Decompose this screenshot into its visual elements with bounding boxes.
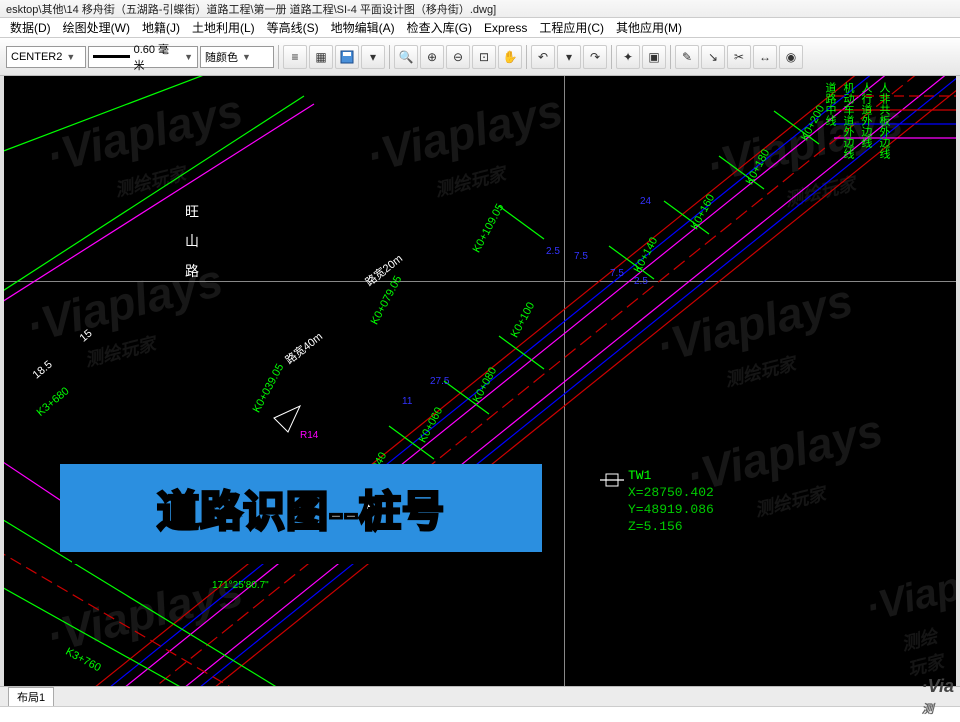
dim-label: 27.5 <box>430 376 449 387</box>
break-icon[interactable]: ✂ <box>727 45 751 69</box>
linetype-combo[interactable]: CENTER2▼ <box>6 46 86 68</box>
caption-text: 道路识图--桩号 <box>157 478 445 539</box>
menu-draw[interactable]: 绘图处理(W) <box>59 17 134 38</box>
redo-icon[interactable]: ↷ <box>583 45 607 69</box>
grid-icon[interactable]: ▦ <box>309 45 333 69</box>
menu-engineering[interactable]: 工程应用(C) <box>535 17 608 38</box>
dim-label: 2.5 <box>634 276 648 287</box>
layout-tab[interactable]: 布局1 <box>8 687 54 706</box>
point-readout: TW1 X=28750.402 Y=48919.086 Z=5.156 <box>628 468 714 536</box>
lineweight-value: 0.60 毫米 <box>134 41 177 73</box>
dim-label: 24 <box>640 196 651 207</box>
menu-landuse[interactable]: 土地利用(L) <box>188 17 259 38</box>
window-titlebar: esktop\其他\14 移舟街（五湖路-引蝶街）道路工程\第一册 道路工程\S… <box>0 0 960 18</box>
lineweight-sample <box>93 55 130 58</box>
zoom-out-icon[interactable]: ⊖ <box>446 45 470 69</box>
linetype-value: CENTER2 <box>11 51 62 63</box>
query-icon[interactable]: ◉ <box>779 45 803 69</box>
menu-data[interactable]: 数据(D) <box>6 17 55 38</box>
point-x: X=28750.402 <box>628 485 714 502</box>
tool2-icon[interactable]: ▣ <box>642 45 666 69</box>
dropdown-icon[interactable]: ▾ <box>361 45 385 69</box>
zoom-window-icon[interactable]: 🔍 <box>394 45 418 69</box>
menu-express[interactable]: Express <box>480 19 531 37</box>
angle-note: 171°25'80.7" <box>212 580 269 591</box>
legend-item: 机动车道外边线 <box>840 82 856 159</box>
menu-other[interactable]: 其他应用(M) <box>612 17 686 38</box>
point-name: TW1 <box>628 468 714 485</box>
road-name: 旺 山 路 <box>182 204 202 284</box>
point-icon[interactable]: ✎ <box>675 45 699 69</box>
menubar: 数据(D) 绘图处理(W) 地籍(J) 土地利用(L) 等高线(S) 地物编辑(… <box>0 18 960 38</box>
dim-label: 7.5 <box>574 251 588 262</box>
dim-label: 7.5 <box>610 268 624 279</box>
menu-contour[interactable]: 等高线(S) <box>263 17 323 38</box>
list-icon[interactable]: ≡ <box>283 45 307 69</box>
undo-icon[interactable]: ↶ <box>531 45 555 69</box>
legend-item: 道路中线 <box>822 82 838 126</box>
dim-label: 2.5 <box>546 246 560 257</box>
layout-tabs: 布局1 <box>0 686 960 706</box>
zoom-in-icon[interactable]: ⊕ <box>420 45 444 69</box>
lineweight-combo[interactable]: 0.60 毫米▼ <box>88 46 198 68</box>
pan-icon[interactable]: ✋ <box>498 45 522 69</box>
menu-check[interactable]: 检查入库(G) <box>403 17 476 38</box>
menu-cadastre[interactable]: 地籍(J) <box>138 17 184 38</box>
brand-footer: ·Via 测 <box>922 676 954 718</box>
toolbar: CENTER2▼ 0.60 毫米▼ 随颜色▼ ≡ ▦ ▾ 🔍 ⊕ ⊖ ⊡ ✋ ↶… <box>0 38 960 76</box>
radius-note: R14 <box>300 430 318 441</box>
tool1-icon[interactable]: ✦ <box>616 45 640 69</box>
save-icon[interactable] <box>335 45 359 69</box>
menu-feature[interactable]: 地物编辑(A) <box>327 17 399 38</box>
undo-dropdown-icon[interactable]: ▾ <box>557 45 581 69</box>
drawing-canvas[interactable]: ·Viaplays 测绘玩家 ·Viaplays 测绘玩家 ·Viaplays … <box>0 76 960 686</box>
color-combo[interactable]: 随颜色▼ <box>200 46 274 68</box>
line-tool-icon[interactable]: ↘ <box>701 45 725 69</box>
zoom-extents-icon[interactable]: ⊡ <box>472 45 496 69</box>
legend-item: 人行道外边线 <box>858 82 874 148</box>
measure-icon[interactable]: ↔ <box>753 45 777 69</box>
title-text: esktop\其他\14 移舟街（五湖路-引蝶街）道路工程\第一册 道路工程\S… <box>6 4 496 16</box>
color-value: 随颜色 <box>205 49 238 65</box>
legend-item: 人非共板外边线 <box>876 82 892 159</box>
dim-label: 11 <box>402 396 412 407</box>
point-z: Z=5.156 <box>628 519 714 536</box>
point-y: Y=48919.086 <box>628 502 714 519</box>
